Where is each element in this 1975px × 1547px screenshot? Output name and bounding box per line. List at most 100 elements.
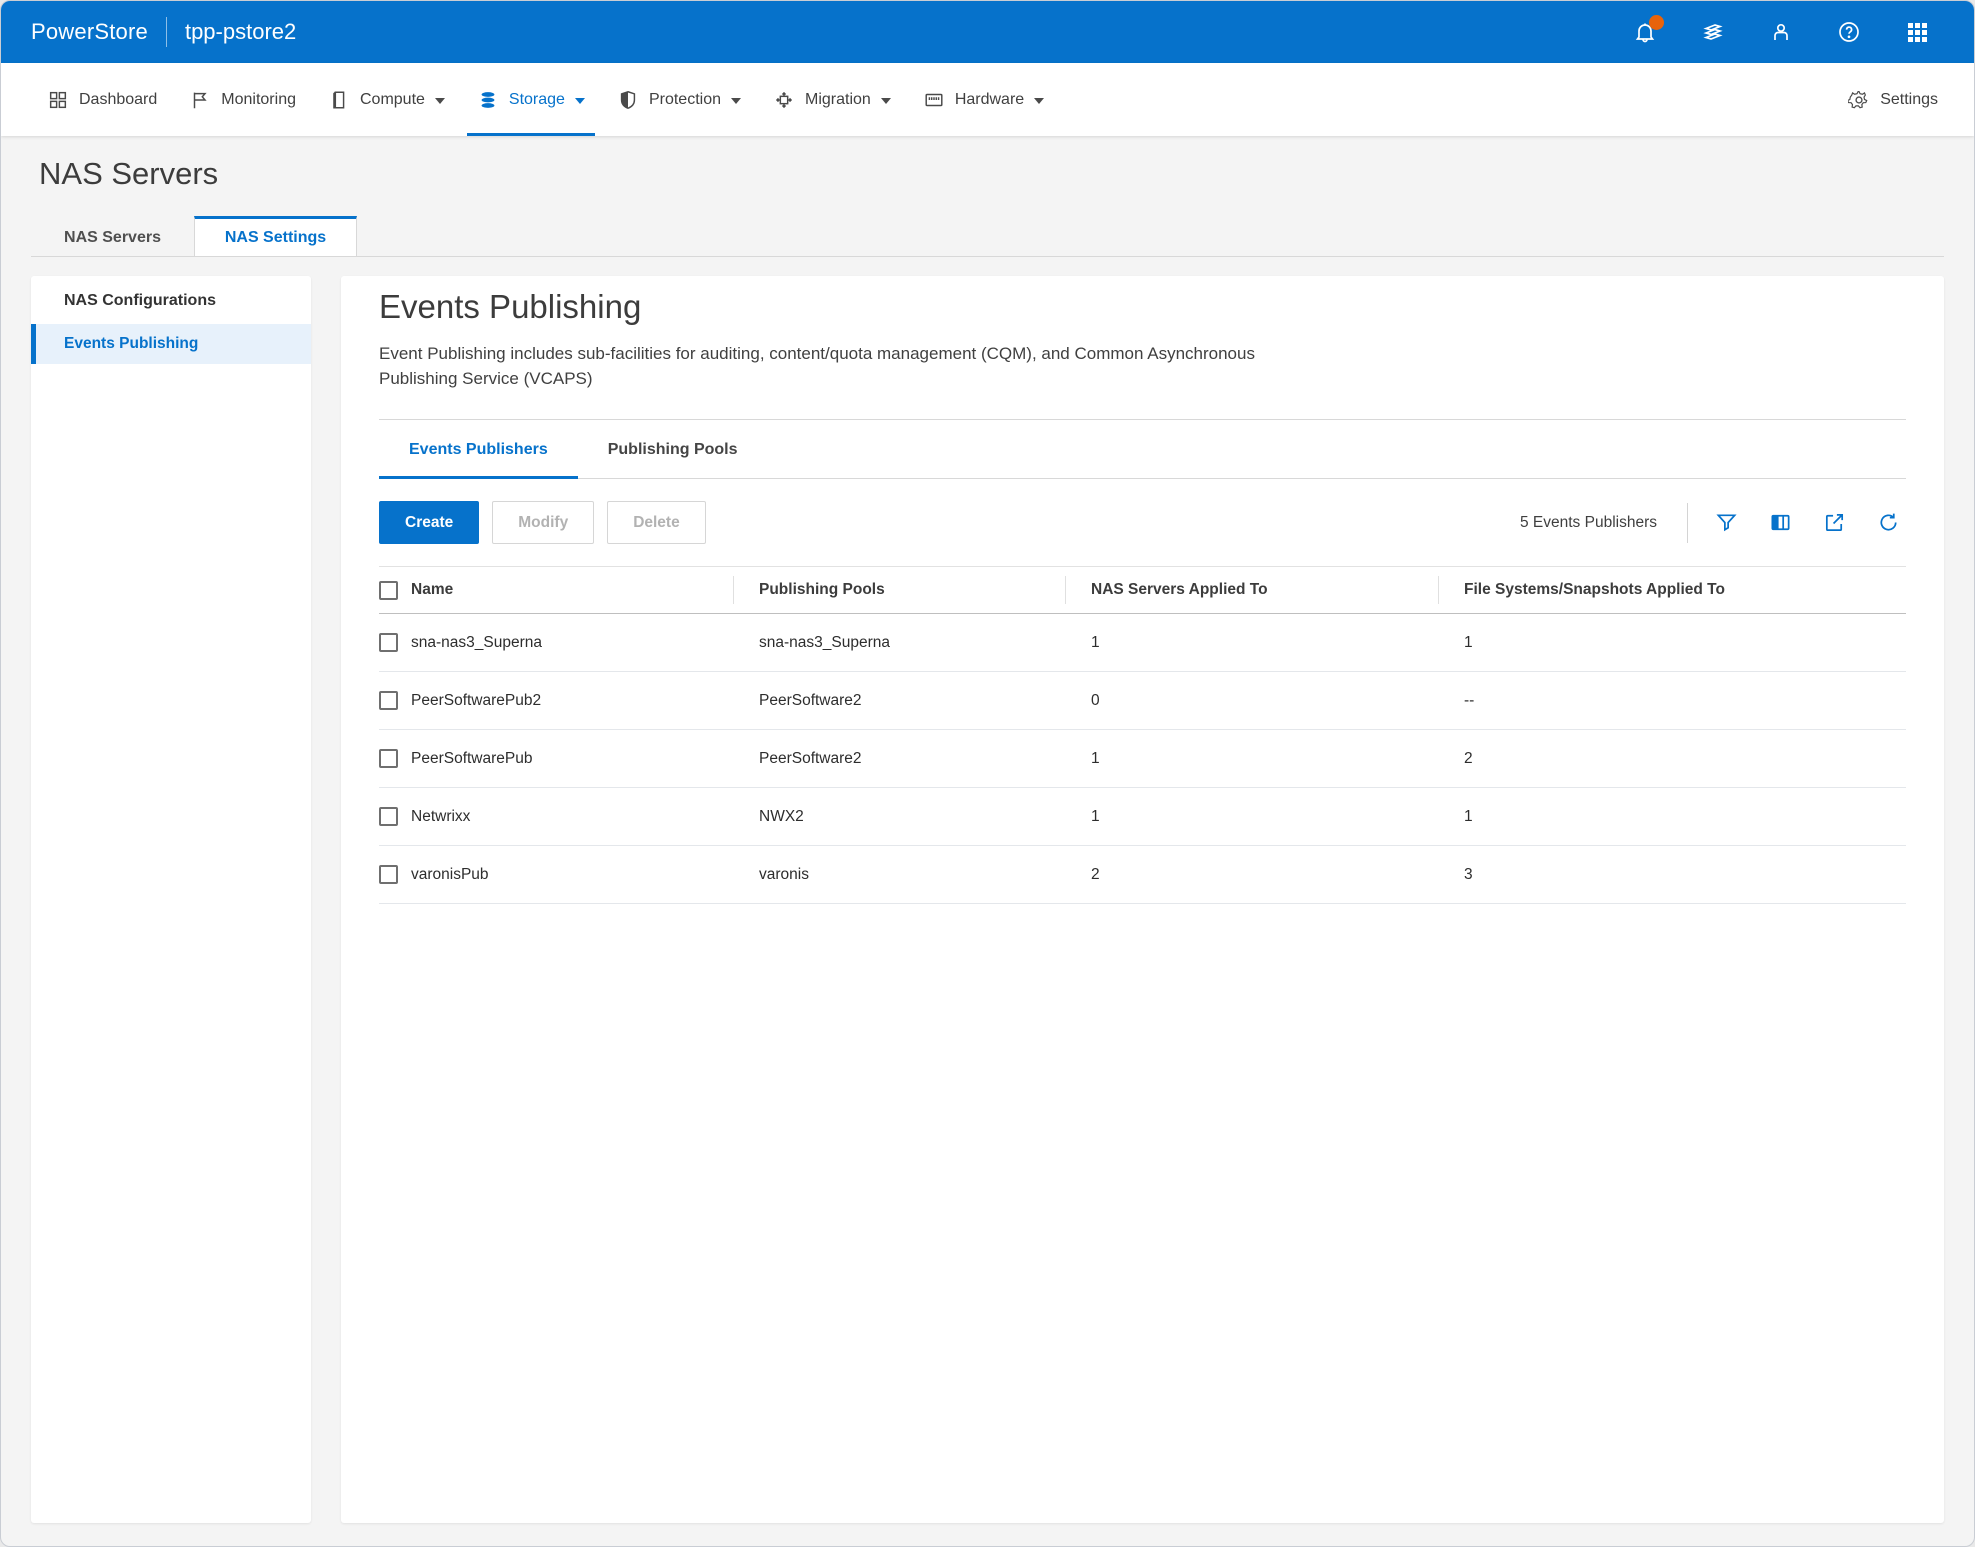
primary-nav: Dashboard Monitoring Compute Storage Pro… bbox=[1, 63, 1974, 136]
table-header-row: Name Publishing Pools NAS Servers Applie… bbox=[379, 566, 1906, 614]
create-button[interactable]: Create bbox=[379, 501, 479, 544]
storage-icon bbox=[477, 89, 499, 111]
cell-nas-servers-applied: 1 bbox=[1065, 634, 1438, 652]
cell-name: Netwrixx bbox=[411, 808, 470, 826]
table-row[interactable]: PeerSoftwarePub PeerSoftware2 1 2 bbox=[379, 730, 1906, 788]
tab-nas-servers[interactable]: NAS Servers bbox=[31, 216, 194, 256]
nas-config-sidebar: NAS Configurations Events Publishing bbox=[31, 276, 311, 1523]
sidebar-item-label: Events Publishing bbox=[64, 335, 198, 353]
toolbar-divider bbox=[1687, 503, 1688, 543]
chevron-down-icon bbox=[1034, 98, 1044, 104]
events-publishers-table: Name Publishing Pools NAS Servers Applie… bbox=[379, 566, 1906, 904]
select-all-checkbox[interactable] bbox=[379, 581, 398, 600]
cell-file-systems-applied: 2 bbox=[1438, 750, 1906, 768]
chevron-down-icon bbox=[435, 98, 445, 104]
publishers-count: 5 Events Publishers bbox=[1520, 514, 1657, 532]
refresh-icon[interactable] bbox=[1876, 511, 1900, 535]
chevron-down-icon bbox=[881, 98, 891, 104]
events-publishing-panel: Events Publishing Event Publishing inclu… bbox=[341, 276, 1944, 1523]
subtab-events-publishers[interactable]: Events Publishers bbox=[379, 422, 578, 478]
tab-nas-settings[interactable]: NAS Settings bbox=[194, 216, 357, 256]
column-header-file-systems-applied: File Systems/Snapshots Applied To bbox=[1438, 567, 1906, 613]
cell-name: PeerSoftwarePub bbox=[411, 750, 533, 768]
section-divider bbox=[379, 419, 1906, 420]
nav-label: Monitoring bbox=[221, 91, 296, 109]
topbar-icon-group bbox=[1632, 19, 1930, 45]
content-cards: NAS Configurations Events Publishing Eve… bbox=[31, 276, 1944, 1523]
column-header-publishing-pools: Publishing Pools bbox=[733, 567, 1065, 613]
cell-nas-servers-applied: 2 bbox=[1065, 866, 1438, 884]
table-row[interactable]: sna-nas3_Superna sna-nas3_Superna 1 1 bbox=[379, 614, 1906, 672]
cell-publishing-pools: NWX2 bbox=[733, 808, 1065, 826]
notification-badge bbox=[1649, 15, 1664, 30]
settings-button[interactable]: Settings bbox=[1842, 63, 1944, 136]
cell-file-systems-applied: 3 bbox=[1438, 866, 1906, 884]
table-toolbar: Create Modify Delete 5 Events Publishers bbox=[379, 501, 1906, 544]
cell-nas-servers-applied: 1 bbox=[1065, 750, 1438, 768]
nav-item-migration[interactable]: Migration bbox=[757, 63, 907, 136]
nav-item-dashboard[interactable]: Dashboard bbox=[31, 63, 173, 136]
cell-file-systems-applied: 1 bbox=[1438, 808, 1906, 826]
row-checkbox[interactable] bbox=[379, 865, 398, 884]
gear-icon bbox=[1848, 89, 1870, 111]
notifications-bell-icon[interactable] bbox=[1632, 19, 1658, 45]
chevron-down-icon bbox=[731, 98, 741, 104]
columns-icon[interactable] bbox=[1768, 511, 1792, 535]
modify-button[interactable]: Modify bbox=[492, 501, 594, 544]
cell-name: varonisPub bbox=[411, 866, 489, 884]
brand-divider bbox=[166, 17, 167, 47]
nav-label: Compute bbox=[360, 91, 425, 109]
subtab-publishing-pools[interactable]: Publishing Pools bbox=[578, 422, 768, 478]
sidebar-item-events-publishing[interactable]: Events Publishing bbox=[31, 324, 311, 364]
cell-file-systems-applied: -- bbox=[1438, 692, 1906, 710]
column-header-name: Name bbox=[379, 567, 733, 613]
apps-grid-icon[interactable] bbox=[1904, 19, 1930, 45]
page-content: NAS Servers NAS Servers NAS Settings NAS… bbox=[1, 136, 1974, 1546]
nav-label: Protection bbox=[649, 91, 721, 109]
cell-name: sna-nas3_Superna bbox=[411, 634, 542, 652]
row-checkbox[interactable] bbox=[379, 807, 398, 826]
nav-item-compute[interactable]: Compute bbox=[312, 63, 461, 136]
help-icon[interactable] bbox=[1836, 19, 1862, 45]
nav-item-protection[interactable]: Protection bbox=[601, 63, 757, 136]
table-action-icons bbox=[1714, 511, 1906, 535]
sub-tabs: Events Publishers Publishing Pools bbox=[379, 422, 1906, 479]
nav-item-storage[interactable]: Storage bbox=[461, 63, 601, 136]
cluster-name: tpp-pstore2 bbox=[185, 19, 296, 45]
nav-label: Dashboard bbox=[79, 91, 157, 109]
nav-item-hardware[interactable]: Hardware bbox=[907, 63, 1060, 136]
nav-spacer bbox=[1060, 63, 1842, 136]
settings-label: Settings bbox=[1880, 91, 1938, 109]
top-bar: PowerStore tpp-pstore2 bbox=[1, 1, 1974, 63]
filter-icon[interactable] bbox=[1714, 511, 1738, 535]
table-row[interactable]: varonisPub varonis 2 3 bbox=[379, 846, 1906, 904]
brand-logo: PowerStore bbox=[31, 19, 148, 45]
nav-label: Hardware bbox=[955, 91, 1024, 109]
row-checkbox[interactable] bbox=[379, 749, 398, 768]
monitoring-flag-icon bbox=[189, 89, 211, 111]
cell-publishing-pools: varonis bbox=[733, 866, 1065, 884]
table-row[interactable]: Netwrixx NWX2 1 1 bbox=[379, 788, 1906, 846]
nav-label: Migration bbox=[805, 91, 871, 109]
row-checkbox[interactable] bbox=[379, 633, 398, 652]
protection-shield-icon bbox=[617, 89, 639, 111]
hardware-icon bbox=[923, 89, 945, 111]
nav-label: Storage bbox=[509, 91, 565, 109]
delete-button[interactable]: Delete bbox=[607, 501, 706, 544]
cell-nas-servers-applied: 0 bbox=[1065, 692, 1438, 710]
page-title: NAS Servers bbox=[39, 156, 1936, 192]
cell-nas-servers-applied: 1 bbox=[1065, 808, 1438, 826]
cell-name: PeerSoftwarePub2 bbox=[411, 692, 541, 710]
export-icon[interactable] bbox=[1822, 511, 1846, 535]
table-row[interactable]: PeerSoftwarePub2 PeerSoftware2 0 -- bbox=[379, 672, 1906, 730]
cell-publishing-pools: sna-nas3_Superna bbox=[733, 634, 1065, 652]
sidebar-heading: NAS Configurations bbox=[31, 292, 311, 324]
background-jobs-icon[interactable] bbox=[1700, 19, 1726, 45]
chevron-down-icon bbox=[575, 98, 585, 104]
app-window: PowerStore tpp-pstore2 bbox=[0, 0, 1975, 1547]
row-checkbox[interactable] bbox=[379, 691, 398, 710]
nav-item-monitoring[interactable]: Monitoring bbox=[173, 63, 312, 136]
user-icon[interactable] bbox=[1768, 19, 1794, 45]
cell-file-systems-applied: 1 bbox=[1438, 634, 1906, 652]
cell-publishing-pools: PeerSoftware2 bbox=[733, 750, 1065, 768]
